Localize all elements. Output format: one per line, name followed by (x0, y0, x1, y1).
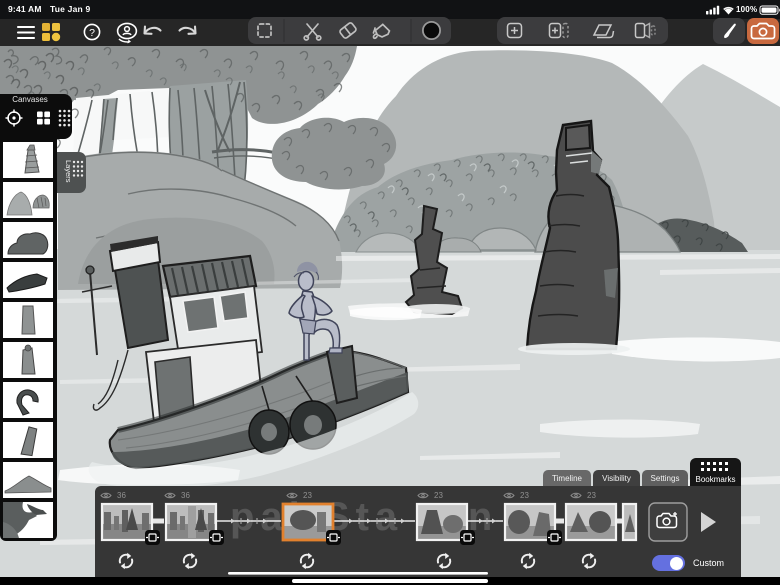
svg-text:Layers: Layers (64, 160, 73, 183)
svg-text:?: ? (89, 27, 95, 39)
